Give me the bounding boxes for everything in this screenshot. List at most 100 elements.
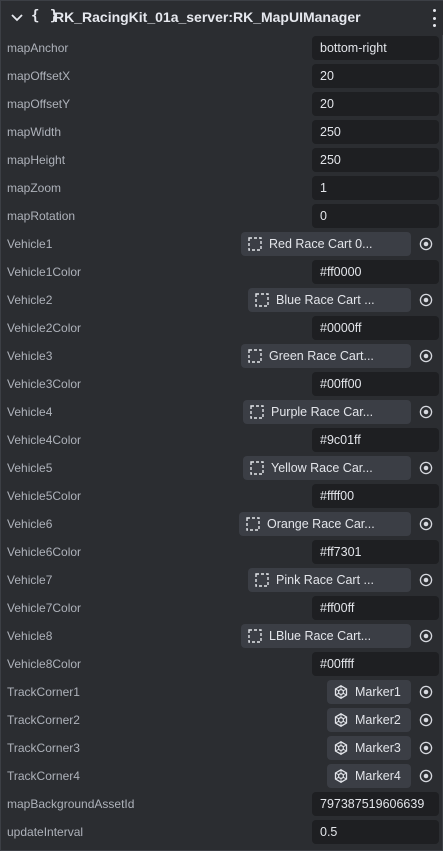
property-label: Vehicle5Color: [7, 489, 82, 503]
property-row-mapheight: mapHeight 250: [1, 146, 443, 174]
target-icon[interactable]: [419, 349, 433, 363]
entity-icon: [246, 517, 260, 531]
property-value-field[interactable]: 250: [312, 148, 439, 172]
property-row-mapwidth: mapWidth 250: [1, 118, 443, 146]
property-value: bottom-right: [320, 41, 387, 55]
property-label: Vehicle3Color: [7, 377, 82, 391]
property-row-vehicle5: Vehicle5 Yellow Race Car...: [1, 454, 443, 482]
property-value: #ff7301: [320, 545, 362, 559]
property-label: mapOffsetY: [7, 97, 71, 111]
target-icon[interactable]: [419, 629, 433, 643]
entity-reference-chip[interactable]: Yellow Race Car...: [243, 456, 411, 480]
entity-reference-chip[interactable]: Pink Race Cart ...: [248, 568, 411, 592]
property-value: 0.5: [320, 825, 338, 839]
marker-icon: [334, 769, 348, 783]
property-value-field[interactable]: #ff7301: [312, 540, 439, 564]
target-icon[interactable]: [419, 405, 433, 419]
property-value: #ff0000: [320, 265, 362, 279]
property-value: 250: [320, 125, 341, 139]
property-label: mapWidth: [7, 125, 62, 139]
property-value-field[interactable]: #9c01ff: [312, 428, 439, 452]
property-row-mapoffsetx: mapOffsetX 20: [1, 62, 443, 90]
property-row-updateinterval: updateInterval 0.5: [1, 818, 443, 846]
reference-name: Blue Race Cart ...: [276, 293, 375, 307]
entity-reference-chip[interactable]: LBlue Race Cart...: [241, 624, 411, 648]
property-value-field[interactable]: 250: [312, 120, 439, 144]
kebab-menu-icon[interactable]: [430, 9, 438, 27]
component-header[interactable]: { } RK_RacingKit_01a_server:RK_MapUIMana…: [1, 1, 443, 35]
property-label: mapRotation: [7, 209, 76, 223]
property-row-vehicle7: Vehicle7 Pink Race Cart ...: [1, 566, 443, 594]
property-row-trackcorner4: TrackCorner4 Marker4: [1, 762, 443, 790]
property-value-field[interactable]: #0000ff: [312, 316, 439, 340]
marker-reference-chip[interactable]: Marker1: [327, 680, 411, 704]
reference-name: Purple Race Car...: [271, 405, 374, 419]
property-value-field[interactable]: #ffff00: [312, 484, 439, 508]
entity-reference-chip[interactable]: Red Race Cart 0...: [241, 232, 411, 256]
property-value-field[interactable]: #00ff00: [312, 372, 439, 396]
reference-name: Marker2: [355, 713, 401, 727]
entity-reference-chip[interactable]: Blue Race Cart ...: [248, 288, 411, 312]
entity-reference-chip[interactable]: Green Race Cart...: [241, 344, 411, 368]
property-label: Vehicle6Color: [7, 545, 82, 559]
property-row-maprotation: mapRotation 0: [1, 202, 443, 230]
property-label: mapAnchor: [7, 41, 69, 55]
property-label: Vehicle8Color: [7, 657, 82, 671]
property-value-field[interactable]: bottom-right: [312, 36, 439, 60]
target-icon[interactable]: [419, 461, 433, 475]
reference-name: Marker1: [355, 685, 401, 699]
property-value-field[interactable]: 0: [312, 204, 439, 228]
property-label: Vehicle1: [7, 237, 53, 251]
reference-name: Red Race Cart 0...: [269, 237, 373, 251]
marker-reference-chip[interactable]: Marker4: [327, 764, 411, 788]
property-row-vehicle6: Vehicle6 Orange Race Car...: [1, 510, 443, 538]
property-row-mapzoom: mapZoom 1: [1, 174, 443, 202]
target-icon[interactable]: [419, 685, 433, 699]
property-row-mapoffsety: mapOffsetY 20: [1, 90, 443, 118]
property-row-vehicle4: Vehicle4 Purple Race Car...: [1, 398, 443, 426]
property-label: Vehicle1Color: [7, 265, 82, 279]
property-row-vehicle1: Vehicle1 Red Race Cart 0...: [1, 230, 443, 258]
entity-reference-chip[interactable]: Orange Race Car...: [239, 512, 411, 536]
component-title: RK_RacingKit_01a_server:RK_MapUIManager: [54, 9, 361, 25]
target-icon[interactable]: [419, 293, 433, 307]
property-value-field[interactable]: #ff0000: [312, 260, 439, 284]
marker-icon: [334, 685, 348, 699]
target-icon[interactable]: [419, 517, 433, 531]
entity-icon: [248, 349, 262, 363]
property-label: mapHeight: [7, 153, 66, 167]
property-label: mapOffsetX: [7, 69, 71, 83]
marker-reference-chip[interactable]: Marker3: [327, 736, 411, 760]
entity-icon: [248, 237, 262, 251]
property-row-vehicle3: Vehicle3 Green Race Cart...: [1, 342, 443, 370]
property-value: #00ffff: [320, 657, 355, 671]
properties-panel: { } RK_RacingKit_01a_server:RK_MapUIMana…: [0, 0, 443, 851]
property-row-vehicle8: Vehicle8 LBlue Race Cart...: [1, 622, 443, 650]
property-value: 797387519606639: [320, 797, 425, 811]
entity-reference-chip[interactable]: Purple Race Car...: [243, 400, 411, 424]
property-row-vehicle4color: Vehicle4Color #9c01ff: [1, 426, 443, 454]
target-icon[interactable]: [419, 237, 433, 251]
marker-reference-chip[interactable]: Marker2: [327, 708, 411, 732]
property-value-field[interactable]: 0.5: [312, 820, 439, 844]
property-value: #0000ff: [320, 321, 362, 335]
property-value: #ff00ff: [320, 601, 355, 615]
property-value-field[interactable]: 1: [312, 176, 439, 200]
property-label: Vehicle7: [7, 573, 53, 587]
property-value-field[interactable]: #00ffff: [312, 652, 439, 676]
marker-icon: [334, 741, 348, 755]
property-label: Vehicle8: [7, 629, 53, 643]
entity-icon: [248, 629, 262, 643]
target-icon[interactable]: [419, 769, 433, 783]
chevron-down-icon[interactable]: [10, 11, 24, 25]
property-value-field[interactable]: #ff00ff: [312, 596, 439, 620]
property-label: Vehicle7Color: [7, 601, 82, 615]
property-value-field[interactable]: 797387519606639: [312, 792, 439, 816]
property-value-field[interactable]: 20: [312, 92, 439, 116]
property-label: TrackCorner4: [7, 769, 80, 783]
property-value-field[interactable]: 20: [312, 64, 439, 88]
target-icon[interactable]: [419, 573, 433, 587]
target-icon[interactable]: [419, 713, 433, 727]
property-row-vehicle7color: Vehicle7Color #ff00ff: [1, 594, 443, 622]
target-icon[interactable]: [419, 741, 433, 755]
